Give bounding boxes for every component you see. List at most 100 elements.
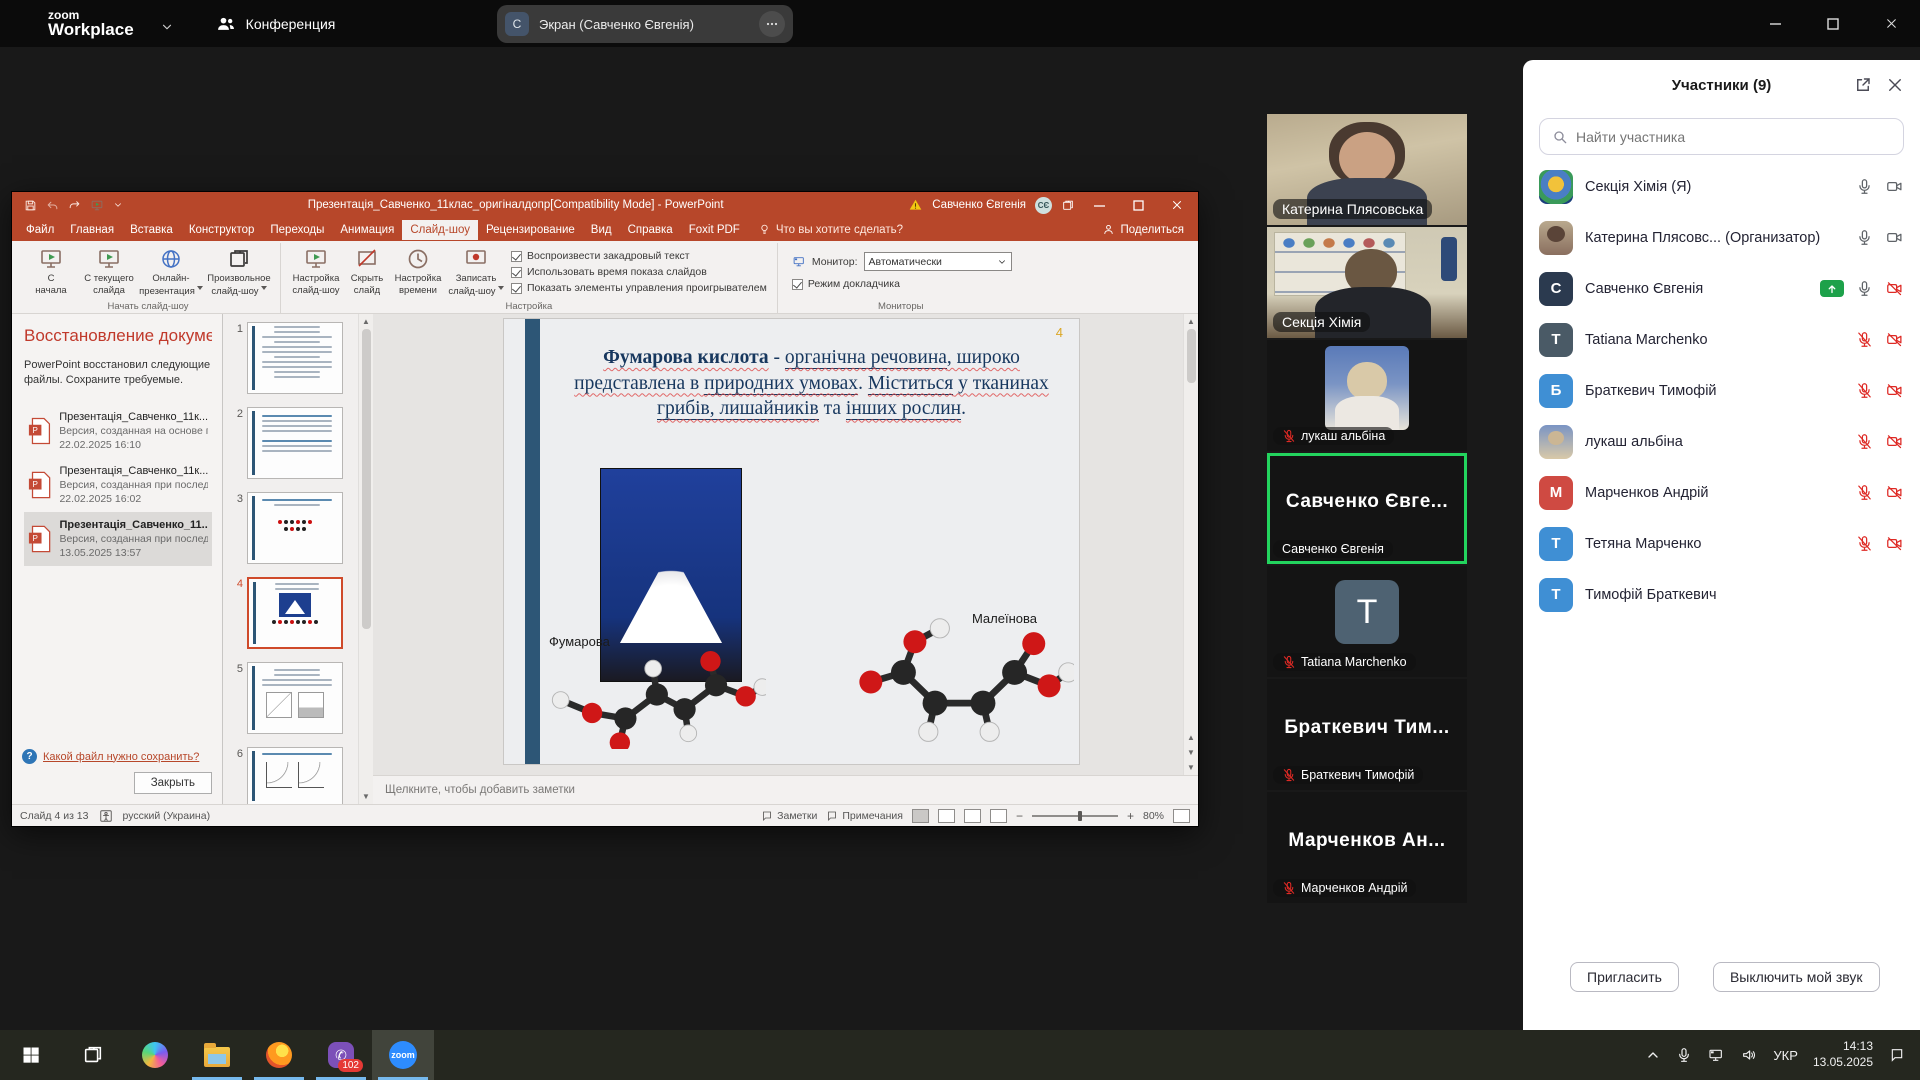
clock[interactable]: 14:13 13.05.2025 (1813, 1039, 1873, 1070)
search-input[interactable] (1576, 129, 1891, 145)
notification-center-icon[interactable] (1888, 1047, 1906, 1063)
account-name[interactable]: Савченко Євгенія (932, 199, 1026, 211)
accessibility-icon[interactable] (99, 809, 113, 823)
tab-file[interactable]: Файл (18, 220, 62, 240)
show-media-controls-checkbox[interactable]: Показать элементы управления проигрывате… (511, 282, 767, 294)
recovered-file-item[interactable]: P Презентація_Савченко_11к...Версия, соз… (24, 458, 212, 512)
mic-off-icon[interactable] (1856, 331, 1873, 348)
participant-search[interactable] (1539, 118, 1904, 155)
slideshow-icon[interactable] (90, 199, 104, 212)
tray-expand-icon[interactable] (1645, 1047, 1661, 1063)
popout-icon[interactable] (1854, 76, 1872, 94)
recovered-file-item[interactable]: P Презентація_Савченко_11к...Версия, соз… (24, 404, 212, 458)
previous-slide-icon[interactable]: ▲ (1187, 730, 1195, 745)
video-tile[interactable]: Марченков Ан... Марченков Андрій (1267, 792, 1467, 903)
scroll-down-icon[interactable]: ▼ (1187, 760, 1195, 775)
slide-editing-area[interactable]: 4 Фумарова кислота - органічна речовина,… (373, 314, 1198, 775)
video-tile[interactable]: лукаш альбіна (1267, 340, 1467, 451)
viber-icon[interactable]: ✆102 (310, 1030, 372, 1080)
chevron-down-icon[interactable] (160, 20, 174, 34)
tab-conference[interactable]: Конференция (216, 14, 336, 34)
slide-4[interactable]: 4 Фумарова кислота - органічна речовина,… (504, 319, 1079, 764)
participant-row[interactable]: T Tatiana Marchenko (1523, 314, 1920, 365)
hide-slide-button[interactable]: Скрытьслайд (345, 244, 389, 296)
task-view-button[interactable] (62, 1030, 124, 1080)
participant-row[interactable]: Секція Хімія (Я) (1523, 161, 1920, 212)
tab-slideshow[interactable]: Слайд-шоу (402, 220, 478, 240)
mic-icon[interactable] (1856, 178, 1873, 195)
mic-off-icon[interactable] (1856, 433, 1873, 450)
more-options-icon[interactable] (759, 11, 785, 37)
tab-help[interactable]: Справка (620, 220, 681, 240)
zoom-slider-knob[interactable] (1078, 811, 1082, 821)
play-narrations-checkbox[interactable]: Воспроизвести закадровый текст (511, 250, 767, 262)
tab-view[interactable]: Вид (583, 220, 620, 240)
participant-row[interactable]: Т Тетяна Марченко (1523, 518, 1920, 569)
scroll-up-icon[interactable]: ▲ (1187, 314, 1195, 329)
slideshow-view-button[interactable] (990, 809, 1007, 823)
normal-view-button[interactable] (912, 809, 929, 823)
notes-input[interactable]: Щелкните, чтобы добавить заметки (373, 775, 1198, 804)
tab-home[interactable]: Главная (62, 220, 122, 240)
tray-mic-icon[interactable] (1676, 1047, 1692, 1063)
tab-insert[interactable]: Вставка (122, 220, 181, 240)
camera-off-icon[interactable] (1885, 331, 1904, 348)
from-current-slide-button[interactable]: С текущегослайда (80, 244, 138, 296)
slide-thumb-2[interactable]: 2 (229, 407, 356, 479)
tab-design[interactable]: Конструктор (181, 220, 263, 240)
scroll-down-icon[interactable]: ▼ (362, 789, 370, 804)
slide-thumb-4-current[interactable]: 4 (229, 577, 356, 649)
zoom-app-icon[interactable]: zoom (372, 1030, 434, 1080)
close-button[interactable] (1862, 0, 1920, 47)
file-explorer-icon[interactable] (186, 1030, 248, 1080)
scroll-up-icon[interactable]: ▲ (362, 314, 370, 329)
firefox-icon[interactable] (248, 1030, 310, 1080)
thumbnail-scrollbar[interactable]: ▲ ▼ (358, 314, 373, 804)
participant-row[interactable]: М Марченков Андрій (1523, 467, 1920, 518)
comments-toggle[interactable]: Примечания (826, 810, 903, 822)
monitor-select[interactable]: Автоматически (864, 252, 1012, 271)
tab-review[interactable]: Рецензирование (478, 220, 583, 240)
slide-scrollbar[interactable]: ▲ ▲ ▼ ▼ (1183, 314, 1198, 775)
zoom-percent[interactable]: 80% (1143, 810, 1164, 822)
use-timings-checkbox[interactable]: Использовать время показа слайдов (511, 266, 767, 278)
minimize-button[interactable] (1746, 0, 1804, 47)
video-tile[interactable]: Катерина Плясовська (1267, 114, 1467, 225)
tab-foxit[interactable]: Foxit PDF (681, 220, 748, 240)
volume-icon[interactable] (1740, 1047, 1758, 1063)
slide-thumb-1[interactable]: 1 (229, 322, 356, 394)
share-button[interactable]: Поделиться (1102, 223, 1184, 236)
camera-off-icon[interactable] (1885, 484, 1904, 501)
fit-slide-button[interactable] (1173, 809, 1190, 823)
slide-sorter-view-button[interactable] (938, 809, 955, 823)
mic-off-icon[interactable] (1856, 484, 1873, 501)
record-slideshow-button[interactable]: Записатьслайд-шоу (447, 244, 505, 297)
ppt-restore-button[interactable] (1123, 200, 1153, 211)
maximize-button[interactable] (1804, 0, 1862, 47)
camera-off-icon[interactable] (1885, 433, 1904, 450)
tab-transitions[interactable]: Переходы (262, 220, 332, 240)
setup-slideshow-button[interactable]: Настройкаслайд-шоу (287, 244, 345, 296)
camera-off-icon[interactable] (1885, 280, 1904, 297)
zoom-out-button[interactable]: − (1016, 809, 1023, 823)
close-icon[interactable] (1886, 76, 1904, 94)
tab-animations[interactable]: Анимация (332, 220, 402, 240)
camera-off-icon[interactable] (1885, 535, 1904, 552)
slide-counter[interactable]: Слайд 4 из 13 (20, 810, 89, 822)
warning-icon[interactable] (908, 198, 923, 212)
ppt-close-button[interactable] (1162, 199, 1192, 211)
participant-row[interactable]: лукаш альбіна (1523, 416, 1920, 467)
mic-off-icon[interactable] (1856, 535, 1873, 552)
which-file-help-link[interactable]: Какой файл нужно сохранить? (43, 751, 199, 763)
next-slide-icon[interactable]: ▼ (1187, 745, 1195, 760)
start-button[interactable] (0, 1030, 62, 1080)
mic-icon[interactable] (1856, 229, 1873, 246)
participant-row[interactable]: C Савченко Євгенія (1523, 263, 1920, 314)
copilot-icon[interactable] (124, 1030, 186, 1080)
redo-icon[interactable] (68, 199, 81, 212)
slide-thumb-3[interactable]: 3 (229, 492, 356, 564)
camera-icon[interactable] (1885, 229, 1904, 246)
save-icon[interactable] (24, 199, 37, 212)
slide-thumb-6[interactable]: 6 (229, 747, 356, 804)
undo-icon[interactable] (46, 199, 59, 212)
